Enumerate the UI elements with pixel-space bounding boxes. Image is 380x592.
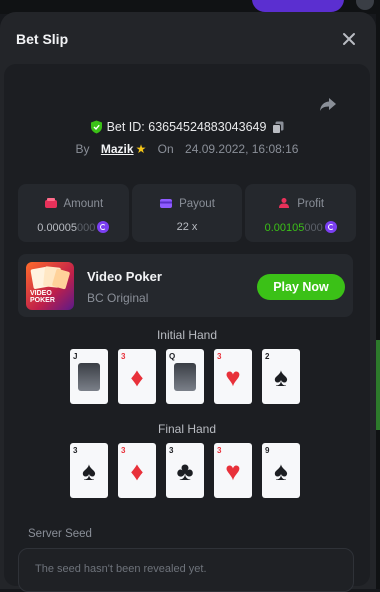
payout-value: 22 x: [176, 221, 198, 233]
face-card-figure: [78, 363, 100, 391]
bet-date: 24.09.2022, 16:08:16: [185, 142, 299, 156]
card-suit-icon: ♣: [176, 456, 194, 486]
bet-stats: Amount 0.00005000 Payout 22 x Profit 0.0…: [18, 184, 357, 242]
copy-icon[interactable]: [272, 121, 284, 134]
final-hand-label: Final Hand: [157, 422, 217, 436]
card-rank: 3: [169, 446, 174, 455]
amount-label: Amount: [63, 198, 104, 210]
face-card-figure: [174, 363, 196, 391]
bet-meta-row: By Mazik ★ On 24.09.2022, 16:08:16: [4, 142, 370, 156]
card-rank: 3: [73, 446, 78, 455]
server-seed-field: The seed hasn't been revealed yet.: [18, 548, 354, 592]
background-right-edge: [376, 0, 380, 589]
star-icon: ★: [135, 142, 147, 156]
profit-label: Profit: [297, 198, 325, 210]
amount-value: 0.00005: [37, 222, 78, 234]
coin-icon: [324, 221, 337, 233]
modal-header: Bet Slip: [0, 12, 376, 66]
payout-label: Payout: [179, 198, 215, 210]
card-rank: 3: [217, 352, 222, 361]
verified-shield-icon: [90, 120, 102, 134]
playing-card: 3 ♦: [118, 443, 156, 498]
card-suit-icon: ♦: [130, 362, 144, 392]
background-pill-button: [252, 0, 344, 12]
coin-icon: [97, 221, 110, 233]
card-rank: 3: [121, 352, 126, 361]
card-rank: Q: [169, 352, 176, 361]
share-icon[interactable]: [318, 94, 338, 114]
card-rank: 9: [265, 446, 270, 455]
logo-text-line-1: VIDEO: [30, 290, 52, 297]
amount-stat: Amount 0.00005000: [18, 184, 129, 242]
playing-card: 2 ♠: [262, 349, 300, 404]
wallet-icon: [44, 198, 57, 208]
profit-value-row: 0.00105000: [245, 221, 356, 234]
bet-id-text: Bet ID: 63654524883043649: [106, 120, 267, 134]
playing-card: 3 ♣: [166, 443, 204, 498]
profit-label-row: Profit: [245, 197, 356, 210]
close-icon[interactable]: [339, 29, 359, 49]
initial-hand: J 3 ♦ Q 3 ♥ 2 ♠: [70, 349, 310, 405]
playing-card: 3 ♠: [70, 443, 108, 498]
by-label: By: [75, 142, 90, 156]
card-rank: J: [73, 352, 78, 361]
card-suit-icon: ♦: [130, 456, 144, 486]
playing-card: 3 ♥: [214, 443, 252, 498]
card-suit-icon: ♥: [225, 456, 241, 486]
payout-label-row: Payout: [132, 197, 243, 210]
video-poker-logo: VIDEO POKER: [26, 262, 74, 310]
profit-value-trailing: 000: [304, 222, 323, 234]
on-label: On: [157, 142, 174, 156]
card-icon: [160, 199, 173, 208]
card-suit-icon: ♠: [274, 362, 288, 392]
card-suit-icon: ♥: [225, 362, 241, 392]
card-rank: 3: [121, 446, 126, 455]
game-name: Video Poker: [87, 269, 162, 284]
server-seed-placeholder: The seed hasn't been revealed yet.: [35, 563, 207, 575]
logo-text-line-2: POKER: [30, 297, 55, 304]
profit-stat: Profit 0.00105000: [245, 184, 357, 242]
playing-card: 3 ♥: [214, 349, 252, 404]
final-hand: 3 ♠ 3 ♦ 3 ♣ 3 ♥ 9 ♠: [70, 443, 310, 499]
playing-card: J: [70, 349, 108, 404]
initial-hand-label: Initial Hand: [156, 328, 218, 342]
amount-value-trailing: 000: [77, 222, 96, 234]
game-provider: BC Original: [87, 291, 149, 305]
background-avatar: [356, 0, 374, 10]
bet-details-panel: Bet ID: 63654524883043649 By Mazik ★ On 2…: [4, 64, 370, 592]
playing-card: Q: [166, 349, 204, 404]
playing-card: 9 ♠: [262, 443, 300, 498]
game-card: VIDEO POKER Video Poker BC Original Play …: [18, 254, 353, 317]
bet-id-row: Bet ID: 63654524883043649: [4, 120, 370, 134]
profit-value: 0.00105: [264, 222, 305, 234]
card-rank: 3: [217, 446, 222, 455]
user-link[interactable]: Mazik: [101, 142, 134, 156]
modal-title: Bet Slip: [16, 31, 69, 47]
amount-label-row: Amount: [18, 197, 129, 210]
payout-stat: Payout 22 x: [131, 184, 243, 242]
server-seed-label: Server Seed: [28, 528, 92, 540]
play-now-button[interactable]: Play Now: [257, 274, 345, 300]
card-suit-icon: ♠: [274, 456, 288, 486]
playing-card: 3 ♦: [118, 349, 156, 404]
bet-slip-modal: Bet Slip Bet ID: 63654524883043649 By Ma…: [0, 12, 376, 592]
amount-value-row: 0.00005000: [18, 221, 129, 234]
card-suit-icon: ♠: [82, 456, 96, 486]
profit-person-icon: [279, 198, 290, 208]
card-rank: 2: [265, 352, 270, 361]
